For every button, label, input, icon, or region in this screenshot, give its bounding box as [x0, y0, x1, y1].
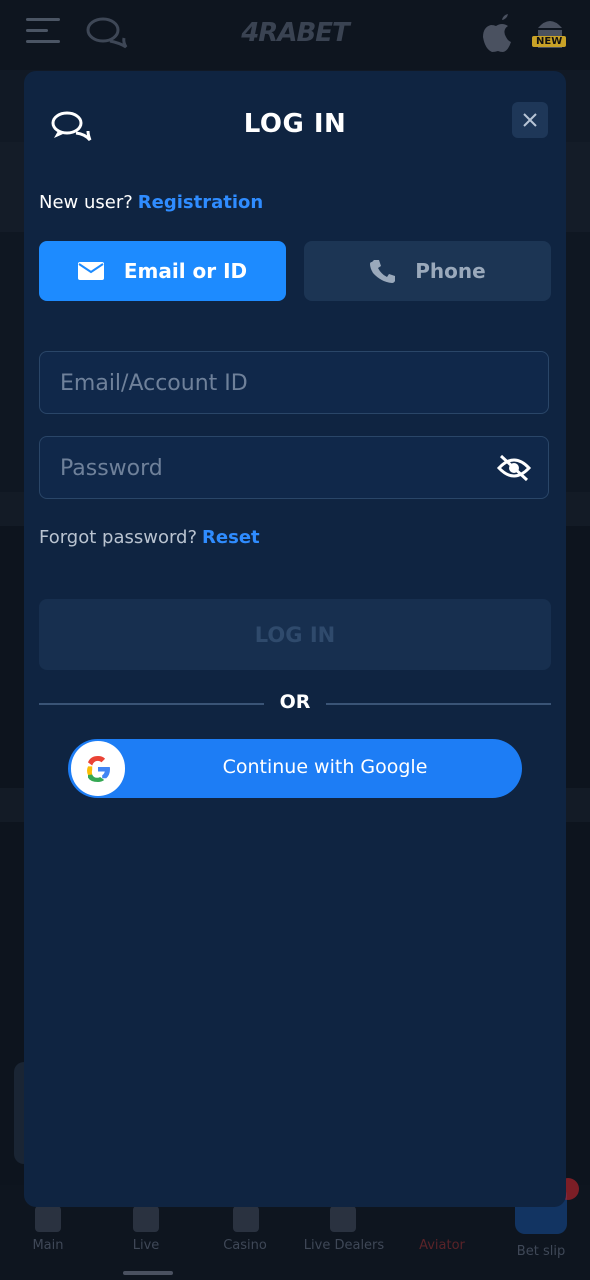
- new-badge: NEW: [532, 36, 567, 47]
- google-logo-container: [71, 741, 125, 796]
- reset-link[interactable]: Reset: [202, 527, 260, 548]
- nav-bet-slip[interactable]: Bet slip: [496, 1244, 586, 1259]
- login-button[interactable]: LOG IN: [39, 599, 551, 670]
- divider-right: [326, 703, 551, 705]
- casino-nav-icon: [233, 1206, 259, 1232]
- new-user-prompt: New user? Registration: [39, 192, 263, 213]
- tab-phone[interactable]: Phone: [304, 241, 551, 301]
- tab-phone-label: Phone: [415, 259, 486, 283]
- password-field[interactable]: [39, 436, 549, 499]
- phone-icon: [370, 260, 396, 283]
- close-button[interactable]: [512, 102, 548, 138]
- email-input[interactable]: [58, 352, 492, 414]
- registration-link[interactable]: Registration: [138, 192, 263, 213]
- nav-live[interactable]: Live: [101, 1238, 191, 1253]
- forgot-password-prompt: Forgot password? Reset: [39, 527, 260, 548]
- google-button-label: Continue with Google: [222, 756, 428, 778]
- login-modal: LOG IN New user? Registration Email or ID…: [24, 71, 566, 1207]
- nav-casino[interactable]: Casino: [200, 1238, 290, 1253]
- new-user-text: New user?: [39, 192, 133, 213]
- apple-icon[interactable]: [478, 14, 514, 54]
- google-icon: [87, 755, 110, 782]
- password-input[interactable]: [58, 437, 492, 499]
- envelope-icon: [77, 262, 104, 280]
- or-divider-text: OR: [279, 691, 311, 713]
- android-icon[interactable]: [530, 12, 570, 54]
- nav-main[interactable]: Main: [3, 1238, 93, 1253]
- modal-title: LOG IN: [243, 109, 347, 139]
- tab-email-or-id[interactable]: Email or ID: [39, 241, 286, 301]
- forgot-password-text: Forgot password?: [39, 527, 198, 548]
- home-indicator: [123, 1271, 173, 1275]
- nav-live-dealers[interactable]: Live Dealers: [299, 1238, 389, 1253]
- main-nav-icon: [35, 1206, 61, 1232]
- close-icon: [523, 113, 537, 127]
- live-nav-icon: [133, 1206, 159, 1232]
- continue-with-google-button[interactable]: Continue with Google: [68, 739, 522, 798]
- tab-email-label: Email or ID: [123, 259, 248, 283]
- email-field[interactable]: [39, 351, 549, 414]
- live-dealers-nav-icon: [330, 1206, 356, 1232]
- eye-off-icon[interactable]: [496, 453, 532, 483]
- nav-aviator[interactable]: Aviator: [397, 1238, 487, 1253]
